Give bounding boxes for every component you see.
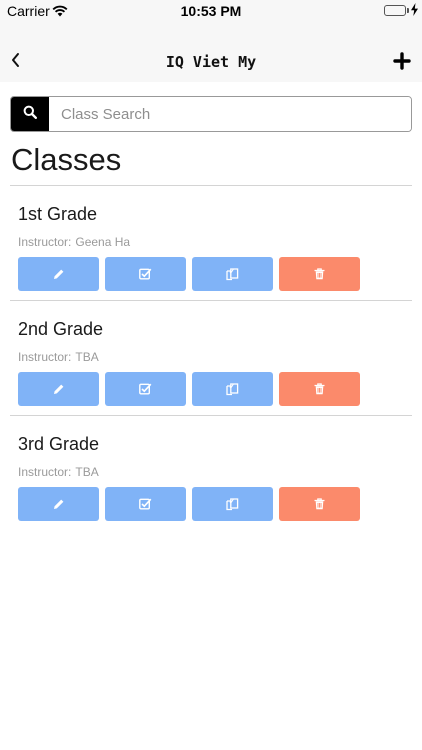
search-button[interactable]: [11, 97, 49, 131]
charging-icon: [411, 3, 418, 21]
class-name: 1st Grade: [18, 204, 98, 224]
page-title: IQ Viet My: [165, 53, 257, 71]
class-name: 2nd Grade: [18, 319, 104, 339]
copy-icon: [226, 267, 239, 281]
instructor-label: Instructor:: [18, 350, 72, 364]
attendance-button[interactable]: [105, 257, 186, 291]
trash-icon: [314, 268, 325, 280]
delete-class-button[interactable]: [279, 372, 360, 406]
instructor-label: Instructor:: [18, 465, 72, 479]
copy-class-button[interactable]: [192, 257, 273, 291]
copy-icon: [226, 382, 239, 396]
trash-icon: [314, 498, 325, 510]
search-input[interactable]: [49, 97, 411, 131]
delete-class-button[interactable]: [279, 487, 360, 521]
edit-class-button[interactable]: [18, 372, 99, 406]
instructor-name: Geena Ha: [75, 235, 131, 249]
copy-icon: [226, 497, 239, 511]
search-bar: [10, 96, 412, 132]
delete-class-button[interactable]: [279, 257, 360, 291]
pencil-icon: [53, 268, 65, 280]
status-time: 10:53 PM: [180, 3, 242, 19]
instructor-name: TBA: [75, 350, 99, 364]
class-item: 3rd Grade Instructor: TBA: [10, 416, 412, 530]
class-actions: [18, 372, 366, 406]
attendance-button[interactable]: [105, 487, 186, 521]
status-bar: Carrier 10:53 PM: [0, 0, 422, 22]
class-list: 1st Grade Instructor: Geena Ha 2nd Grade …: [10, 186, 412, 530]
nav-bar: IQ Viet My: [0, 22, 422, 82]
instructor-label: Instructor:: [18, 235, 72, 249]
class-name: 3rd Grade: [18, 434, 100, 454]
instructor-text: Instructor: Geena Ha: [18, 235, 130, 249]
pencil-icon: [53, 383, 65, 395]
plus-icon[interactable]: [393, 52, 411, 70]
checkbox-icon: [139, 268, 152, 280]
edit-class-button[interactable]: [18, 487, 99, 521]
instructor-name: TBA: [75, 465, 99, 479]
copy-class-button[interactable]: [192, 372, 273, 406]
copy-class-button[interactable]: [192, 487, 273, 521]
class-actions: [18, 257, 366, 291]
trash-icon: [314, 383, 325, 395]
class-item: 2nd Grade Instructor: TBA: [10, 301, 412, 416]
instructor-text: Instructor: TBA: [18, 350, 99, 364]
instructor-text: Instructor: TBA: [18, 465, 99, 479]
checkbox-icon: [139, 498, 152, 510]
pencil-icon: [53, 498, 65, 510]
search-icon: [23, 105, 37, 124]
section-title: Classes: [11, 142, 122, 177]
edit-class-button[interactable]: [18, 257, 99, 291]
class-item: 1st Grade Instructor: Geena Ha: [10, 186, 412, 301]
battery-tip: [407, 8, 409, 13]
class-actions: [18, 487, 366, 521]
checkbox-icon: [139, 383, 152, 395]
battery-icon: [384, 5, 406, 16]
attendance-button[interactable]: [105, 372, 186, 406]
